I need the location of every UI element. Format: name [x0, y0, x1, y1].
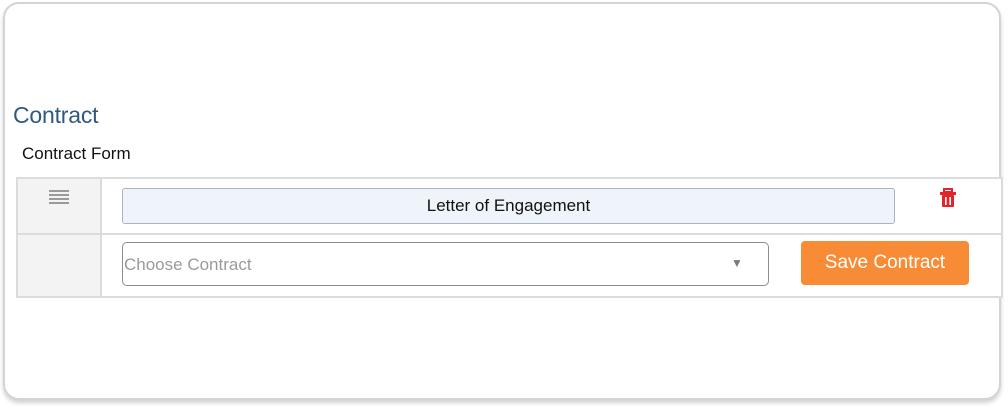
- choose-contract-select[interactable]: Choose Contract ▼: [122, 242, 769, 286]
- contract-form-table: Choose Contract ▼ Save Contract: [16, 177, 1003, 298]
- trash-icon: [940, 188, 956, 207]
- section-title: Contract: [13, 102, 99, 128]
- caret-down-icon: ▼: [731, 256, 743, 270]
- list-drag-handle-icon[interactable]: [49, 190, 69, 204]
- choose-contract-placeholder: Choose Contract: [124, 255, 252, 274]
- save-contract-button[interactable]: Save Contract: [801, 241, 969, 285]
- contract-title-input[interactable]: [122, 188, 895, 224]
- contract-card: Contract Contract Form Choose Contract ▼…: [3, 2, 1003, 400]
- drag-handle-column: [18, 179, 102, 296]
- contract-form-label: Contract Form: [22, 144, 131, 163]
- delete-contract-button[interactable]: [939, 188, 957, 208]
- row-divider: [18, 233, 1001, 235]
